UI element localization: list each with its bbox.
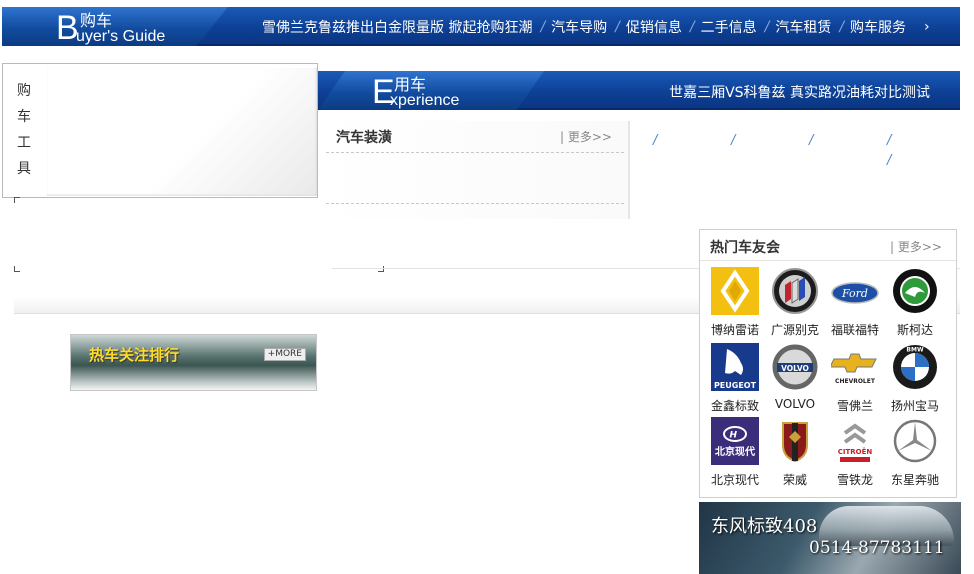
- hot-car-clubs-panel: 热门车友会 | 更多>> 博纳雷诺 广源别克 Ford 福联福特 斯柯达 PEU…: [699, 229, 957, 498]
- link-separator: /: [887, 153, 892, 168]
- top-nav: 雪佛兰克鲁兹推出白金限量版 掀起抢购狂潮 / 汽车导购 / 促销信息 / 二手信…: [262, 7, 930, 46]
- ad-title: 东风标致408: [711, 516, 818, 537]
- brand-item[interactable]: Ford 福联福特: [824, 267, 886, 338]
- brand-name[interactable]: 广源别克: [764, 321, 826, 338]
- brand-item[interactable]: 东星奔驰: [884, 417, 946, 488]
- brand-item[interactable]: 荣威: [764, 417, 826, 488]
- ranking-more-button[interactable]: +MORE: [263, 348, 306, 361]
- hyundai-logo-icon[interactable]: H 北京现代: [711, 417, 759, 465]
- tools-label: 购车工具: [17, 83, 31, 177]
- brand-name[interactable]: 荣威: [764, 471, 826, 488]
- renault-logo-icon[interactable]: [711, 267, 759, 315]
- nav-separator: /: [764, 18, 770, 35]
- peugeot-408-ad-banner[interactable]: 东风标致408 0514-87783111: [699, 502, 961, 574]
- logo-caption: PEUGEOT: [714, 381, 757, 390]
- logo-en: xperience: [390, 92, 460, 109]
- experience-headline-link[interactable]: 世嘉三厢VS科鲁兹 真实路况油耗对比测试: [669, 82, 930, 102]
- brand-item[interactable]: VOLVO VOLVO: [764, 343, 826, 411]
- nav-item-used-cars[interactable]: 二手信息: [701, 17, 757, 37]
- logo-en: uyer's Guide: [76, 28, 166, 45]
- nav-separator: /: [540, 18, 546, 35]
- buick-logo-icon[interactable]: [771, 267, 819, 315]
- nav-item-rental[interactable]: 汽车租赁: [775, 17, 831, 37]
- clubs-title: 热门车友会: [710, 240, 780, 256]
- brand-name[interactable]: 扬州宝马: [884, 397, 946, 414]
- decoration-title: 汽车装潢: [336, 130, 392, 146]
- decoration-panel: 汽车装潢 | 更多>>: [320, 121, 630, 219]
- brand-item[interactable]: 博纳雷诺: [704, 267, 766, 338]
- clubs-header: 热门车友会 | 更多>>: [700, 230, 956, 261]
- brand-item[interactable]: CHEVROLET 雪佛兰: [824, 343, 886, 414]
- link-separator: /: [809, 133, 814, 148]
- chevrolet-logo-icon[interactable]: CHEVROLET: [829, 343, 879, 391]
- ford-logo-icon[interactable]: Ford: [831, 267, 879, 315]
- peugeot-logo-icon[interactable]: PEUGEOT: [711, 343, 759, 391]
- brand-item[interactable]: BMW 扬州宝马: [884, 343, 946, 414]
- brand-name[interactable]: 雪铁龙: [824, 471, 886, 488]
- clubs-more-link[interactable]: | 更多>>: [890, 238, 942, 255]
- skoda-logo-icon[interactable]: [891, 267, 939, 315]
- volvo-logo-icon[interactable]: VOLVO: [771, 343, 819, 391]
- tools-content-area: [47, 68, 317, 196]
- svg-text:Ford: Ford: [841, 287, 868, 300]
- brand-name[interactable]: 金鑫标致: [704, 397, 766, 414]
- more-text[interactable]: 更多>>: [898, 240, 942, 254]
- brand-name[interactable]: 博纳雷诺: [704, 321, 766, 338]
- link-separator: /: [653, 133, 658, 148]
- brand-name[interactable]: 福联福特: [824, 321, 886, 338]
- brand-item[interactable]: H 北京现代 北京现代: [704, 417, 766, 488]
- nav-separator: /: [689, 18, 695, 35]
- link-separator: /: [887, 133, 892, 148]
- mercedes-logo-icon[interactable]: [891, 417, 939, 465]
- logo-caption: CITROËN: [838, 447, 873, 456]
- logo-caption: 北京现代: [715, 445, 755, 458]
- brand-name[interactable]: 北京现代: [704, 471, 766, 488]
- logo-caption: CHEVROLET: [835, 378, 876, 385]
- citroen-logo-icon[interactable]: CITROËN: [831, 417, 879, 465]
- nav-item-promotions[interactable]: 促销信息: [626, 17, 682, 37]
- brand-name[interactable]: VOLVO: [764, 397, 826, 411]
- frame-corner: [14, 197, 20, 203]
- bmw-logo-icon[interactable]: BMW: [891, 343, 939, 391]
- brand-item[interactable]: 斯柯达: [884, 267, 946, 338]
- roewe-logo-icon[interactable]: [771, 417, 819, 465]
- experience-header: E 用车 xperience 世嘉三厢VS科鲁兹 真实路况油耗对比测试: [318, 71, 960, 110]
- experience-logo[interactable]: E 用车 xperience: [318, 71, 544, 110]
- buyers-guide-logo[interactable]: B 购车 uyer's Guide: [2, 7, 228, 46]
- logo-caption: BMW: [906, 347, 924, 354]
- decoration-more-link[interactable]: | 更多>>: [560, 128, 612, 145]
- frame-corner: [378, 266, 384, 272]
- nav-next-arrow-icon[interactable]: ›: [924, 19, 930, 35]
- nav-item-guide[interactable]: 汽车导购: [551, 17, 607, 37]
- brand-name[interactable]: 斯柯达: [884, 321, 946, 338]
- link-separator: /: [731, 133, 736, 148]
- purchase-tools-panel: 购车工具: [2, 63, 318, 198]
- logo-caption: VOLVO: [781, 364, 809, 373]
- brand-name[interactable]: 雪佛兰: [824, 397, 886, 414]
- ranking-title: 热车关注排行: [89, 346, 180, 364]
- nav-separator: /: [615, 18, 620, 35]
- brand-item[interactable]: 广源别克: [764, 267, 826, 338]
- nav-separator: /: [839, 18, 845, 35]
- more-text[interactable]: 更多>>: [568, 130, 612, 144]
- nav-item-services[interactable]: 购车服务: [850, 17, 906, 37]
- ad-phone: 0514-87783111: [809, 538, 945, 558]
- nav-headline-link[interactable]: 雪佛兰克鲁兹推出白金限量版 掀起抢购狂潮: [262, 17, 532, 37]
- brand-item[interactable]: CITROËN 雪铁龙: [824, 417, 886, 488]
- frame-corner: [14, 266, 20, 272]
- hot-car-ranking-banner[interactable]: 热车关注排行 +MORE: [70, 334, 317, 391]
- brand-item[interactable]: PEUGEOT 金鑫标致: [704, 343, 766, 414]
- svg-text:H: H: [730, 431, 738, 441]
- dashed-divider: [326, 203, 624, 204]
- brand-name[interactable]: 东星奔驰: [884, 471, 946, 488]
- dashed-divider: [326, 152, 624, 153]
